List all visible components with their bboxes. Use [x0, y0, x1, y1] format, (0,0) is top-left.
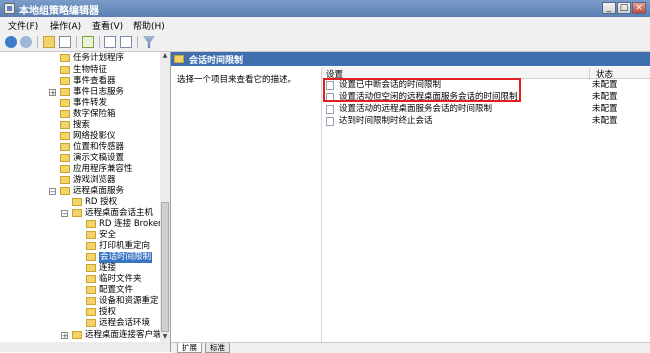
- scroll-up-icon[interactable]: ▲: [161, 52, 169, 60]
- folder-icon: [86, 264, 96, 272]
- folder-icon: [60, 154, 70, 162]
- folder-icon: [86, 275, 96, 283]
- folder-icon: [60, 121, 70, 129]
- folder-icon: [86, 286, 96, 294]
- window-title: 本地组策略编辑器: [19, 6, 99, 17]
- folder-icon: [72, 209, 82, 217]
- folder-open-icon: [86, 253, 96, 261]
- tree-horizontal-scrollbar[interactable]: [0, 342, 170, 352]
- expand-icon[interactable]: +: [49, 89, 56, 97]
- policy-setting-icon: [326, 105, 334, 114]
- folder-icon: [86, 319, 96, 327]
- filter-icon[interactable]: [143, 36, 155, 48]
- folder-icon: [86, 308, 96, 316]
- folder-icon: [86, 220, 96, 228]
- folder-icon: [60, 110, 70, 118]
- folder-icon: [86, 242, 96, 250]
- tree-vertical-scrollbar[interactable]: ▲ ▼: [160, 52, 170, 342]
- export-icon[interactable]: [82, 36, 94, 48]
- title-bar: 本地组策略编辑器 _ □ ×: [0, 0, 650, 18]
- folder-icon: [60, 88, 70, 96]
- details-header: 会话时间限制: [171, 52, 650, 66]
- tree-pane[interactable]: 任务计划程序 生物特征 事件查看器 + 事件日志服务 事件转发 数字保险箱 搜索…: [0, 52, 171, 352]
- folder-icon: [60, 176, 70, 184]
- maximize-button[interactable]: □: [617, 2, 631, 14]
- view-tabs: 扩展 标准: [171, 342, 650, 353]
- folder-icon: [86, 231, 96, 239]
- close-button[interactable]: ×: [632, 2, 646, 14]
- folder-icon: [60, 187, 70, 195]
- menu-action[interactable]: 操作(A): [50, 19, 81, 32]
- folder-icon: [72, 331, 82, 339]
- folder-icon: [174, 55, 184, 63]
- list-item[interactable]: 设置活动的远程桌面服务会话的时间限制 未配置: [322, 104, 650, 115]
- folder-icon: [86, 297, 96, 305]
- description-text: 选择一个项目来查看它的描述。: [177, 75, 297, 85]
- help-icon[interactable]: [120, 36, 132, 48]
- column-state[interactable]: 状态: [589, 68, 650, 80]
- folder-icon: [60, 54, 70, 62]
- list-item[interactable]: 达到时间限制时终止会话 未配置: [322, 116, 650, 127]
- expand-icon[interactable]: +: [61, 332, 68, 340]
- properties-icon[interactable]: [104, 36, 116, 48]
- forward-icon[interactable]: [20, 36, 32, 48]
- folder-icon: [60, 99, 70, 107]
- toolbar: [0, 33, 650, 52]
- details-title: 会话时间限制: [189, 56, 244, 66]
- minimize-button[interactable]: _: [602, 2, 616, 14]
- folder-icon: [60, 165, 70, 173]
- policy-setting-icon: [326, 117, 334, 126]
- scroll-down-icon[interactable]: ▼: [161, 333, 169, 341]
- menu-bar: 文件(F) 操作(A) 查看(V) 帮助(H): [0, 17, 650, 33]
- folder-icon: [60, 143, 70, 151]
- show-pane-icon[interactable]: [59, 36, 71, 48]
- menu-file[interactable]: 文件(F): [8, 19, 38, 32]
- menu-help[interactable]: 帮助(H): [133, 19, 165, 32]
- collapse-icon[interactable]: −: [61, 210, 68, 218]
- folder-icon: [60, 132, 70, 140]
- folder-icon: [60, 66, 70, 74]
- menu-view[interactable]: 查看(V): [92, 19, 123, 32]
- folder-icon: [72, 198, 82, 206]
- scroll-thumb[interactable]: [161, 202, 169, 332]
- app-icon: [4, 3, 15, 14]
- up-folder-icon[interactable]: [43, 36, 55, 48]
- highlight-box: [323, 78, 521, 102]
- settings-list[interactable]: 设置 状态 设置已中断会话的时间限制 未配置 设置活动但空闲的远程桌面服务会话的…: [321, 67, 650, 352]
- back-icon[interactable]: [5, 36, 17, 48]
- collapse-icon[interactable]: −: [49, 188, 56, 196]
- folder-icon: [60, 77, 70, 85]
